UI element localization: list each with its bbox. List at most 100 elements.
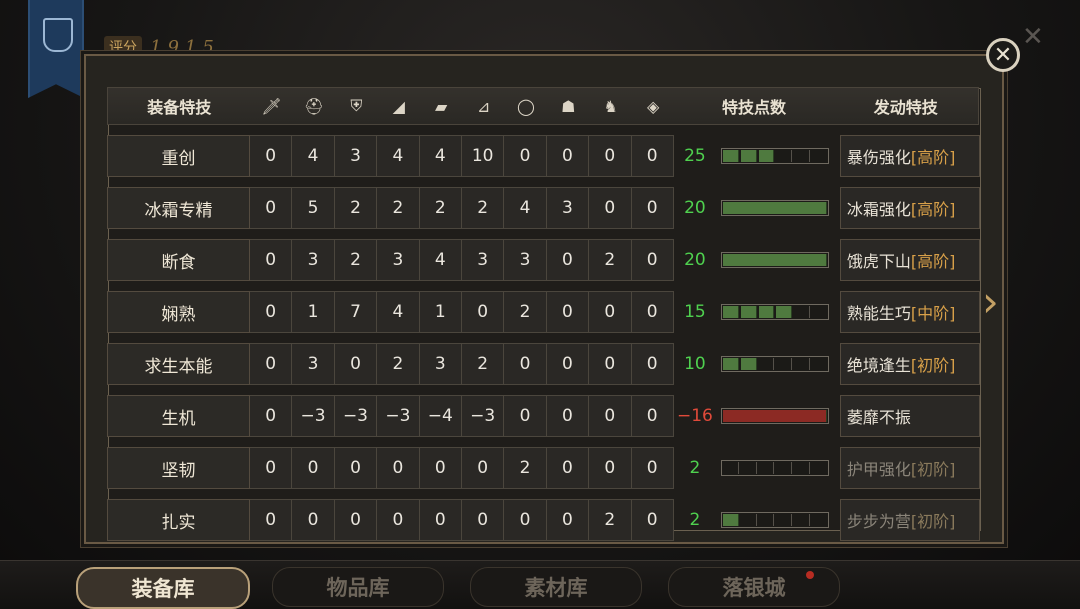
slot-value: 0 (377, 447, 420, 489)
bar-segment (812, 150, 827, 162)
points-progress-bar (716, 239, 834, 281)
bar-segment (794, 150, 811, 162)
slot-value: 1 (419, 291, 462, 333)
mask-icon: ☗ (561, 96, 576, 116)
table-row[interactable]: 坚韧 0 0 0 0 0 0 2 0 0 0 2 护甲强化 [初阶] (107, 447, 980, 489)
bar-segment (776, 462, 793, 474)
bar-segment (776, 514, 793, 526)
bar-segment (740, 306, 757, 318)
activated-skill: 步步为营 [初阶] (839, 499, 980, 541)
close-button[interactable]: ✕ (986, 38, 1020, 72)
slot-icons-row: 🗡 ⛑ ⛨ ◢ ▰ ⊿ ◯ ☗ ♞ ◈ (250, 88, 674, 124)
shield-emblem-icon (43, 18, 73, 52)
bar-segment (740, 150, 757, 162)
skill-name: 娴熟 (107, 291, 250, 333)
skill-points: −16 (676, 406, 713, 426)
slot-value: 0 (250, 239, 293, 281)
table-row[interactable]: 重创 0 4 3 4 4 10 0 0 0 0 25 暴伤强化 [高阶] (107, 135, 980, 177)
slot-value: 0 (250, 291, 293, 333)
points-progress-bar (716, 499, 834, 541)
skill-points: 2 (689, 510, 701, 530)
table-header: 装备特技 🗡 ⛑ ⛨ ◢ ▰ ⊿ ◯ ☗ ♞ ◈ 特技点数 发动特技 (107, 87, 979, 125)
bar-segment (722, 150, 739, 162)
bar-segment (794, 358, 811, 370)
skill-level-tag: [初阶] (910, 356, 956, 375)
skill-name: 求生本能 (107, 343, 250, 385)
slot-value: 0 (631, 499, 674, 541)
tab-item-storage[interactable]: 物品库 (272, 567, 444, 607)
skill-name: 重创 (107, 135, 250, 177)
slot-value: 0 (250, 135, 293, 177)
close-icon[interactable]: ✕ (1022, 22, 1044, 52)
skill-level-tag: [初阶] (910, 512, 956, 531)
activated-skill-name: 绝境逢生 (846, 356, 911, 375)
bracer-icon: ▰ (434, 96, 448, 116)
table-row[interactable]: 扎实 0 0 0 0 0 0 0 0 2 0 2 步步为营 [初阶] (107, 499, 980, 541)
slot-value: 4 (292, 135, 335, 177)
skill-name: 扎实 (107, 499, 250, 541)
slot-value: 0 (589, 395, 632, 437)
slot-value: 0 (546, 447, 590, 489)
slot-value: 0 (461, 447, 505, 489)
slot-value: 3 (334, 135, 378, 177)
table-row[interactable]: 娴熟 0 1 7 4 1 0 2 0 0 0 15 熟能生巧 [中阶] (107, 291, 980, 333)
slot-value: 0 (546, 291, 590, 333)
slot-value: 0 (419, 499, 462, 541)
skill-level-tag: [高阶] (910, 148, 956, 167)
guild-banner[interactable] (28, 0, 84, 98)
skill-points: 10 (684, 354, 706, 374)
slot-value: 0 (250, 343, 293, 385)
bar-segment (741, 514, 757, 526)
slot-value: 0 (589, 135, 632, 177)
bar-segment (723, 462, 739, 474)
bar-segment (759, 514, 775, 526)
table-row[interactable]: 断食 0 3 2 3 4 3 3 0 2 0 20 饿虎下山 [高阶] (107, 239, 980, 281)
activated-skill: 暴伤强化 [高阶] (839, 135, 980, 177)
bar-segment (740, 358, 757, 370)
skill-name: 坚韧 (107, 447, 250, 489)
chest-armor-icon: ⛨ (350, 96, 363, 115)
slot-value: 0 (631, 239, 674, 281)
slot-value: 0 (589, 343, 632, 385)
slot-value: 0 (250, 187, 293, 229)
slot-value: 3 (461, 239, 505, 281)
slot-value: 2 (589, 239, 632, 281)
slot-value: 0 (292, 447, 335, 489)
slot-value: 5 (292, 187, 335, 229)
slot-value: 2 (461, 343, 505, 385)
table-row[interactable]: 生机 0 −3 −3 −3 −4 −3 0 0 0 0 −16 萎靡不振 (107, 395, 980, 437)
slot-value: 3 (292, 343, 335, 385)
slot-value: 7 (334, 291, 378, 333)
bar-segment (758, 150, 775, 162)
bar-segment (722, 410, 827, 422)
slot-value: 0 (546, 395, 590, 437)
bar-segment (794, 306, 811, 318)
tab-equipment-storage[interactable]: 装备库 (76, 567, 250, 609)
slot-value: 0 (631, 187, 674, 229)
bar-segment (812, 462, 827, 474)
table-row[interactable]: 冰霜专精 0 5 2 2 2 2 4 3 0 0 20 冰霜强化 [高阶] (107, 187, 980, 229)
slot-value: 0 (334, 499, 378, 541)
next-page-arrow-icon[interactable]: › (982, 281, 1008, 323)
bar-segment (759, 462, 775, 474)
tab-material-storage[interactable]: 素材库 (470, 567, 642, 607)
table-row[interactable]: 求生本能 0 3 0 2 3 2 0 0 0 0 10 绝境逢生 [初阶] (107, 343, 980, 385)
bar-segment (722, 358, 739, 370)
slot-value: 0 (250, 395, 293, 437)
slot-value: 2 (504, 291, 547, 333)
slot-value: 0 (334, 447, 378, 489)
slot-value: 0 (589, 187, 632, 229)
header-points: 特技点数 (721, 98, 786, 117)
slot-value: 10 (461, 135, 505, 177)
skill-name: 断食 (107, 239, 250, 281)
slot-value: 0 (377, 499, 420, 541)
slot-value: 0 (631, 291, 674, 333)
tab-luoyin-city[interactable]: 落银城 (668, 567, 840, 607)
slot-value: 2 (589, 499, 632, 541)
activated-skill-name: 护甲强化 (846, 460, 911, 479)
skill-level-tag: [高阶] (910, 200, 956, 219)
activated-skill: 护甲强化 [初阶] (839, 447, 980, 489)
slot-value: 0 (334, 343, 378, 385)
bar-segment (794, 462, 811, 474)
slot-value: 2 (377, 187, 420, 229)
